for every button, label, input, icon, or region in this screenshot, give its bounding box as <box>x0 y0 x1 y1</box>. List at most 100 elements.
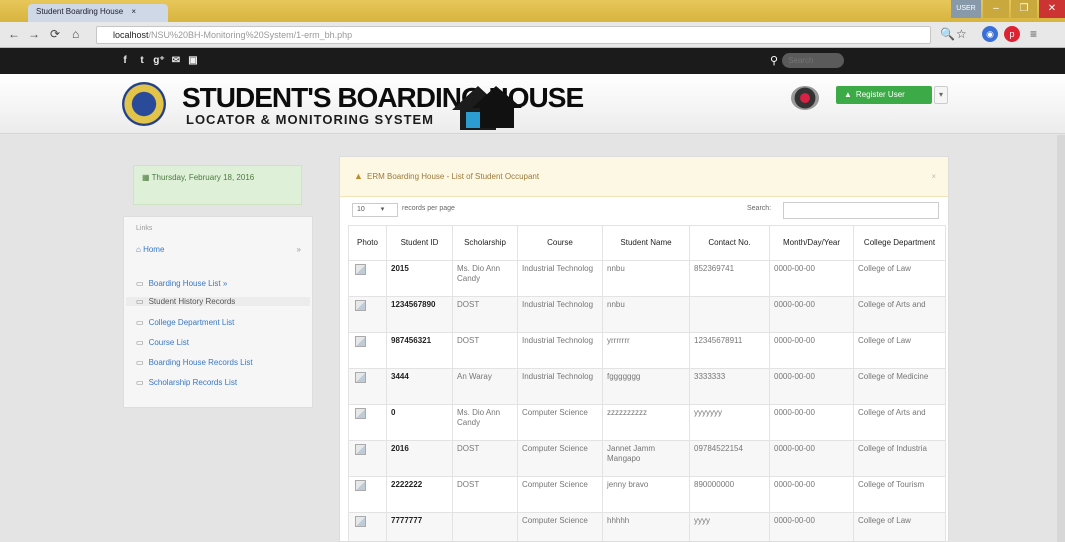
register-user-label: Register User <box>855 90 905 99</box>
scholarship: An Waray <box>452 368 518 405</box>
folder-icon: ▭ <box>136 358 144 367</box>
sidebar-item-label: College Department List <box>148 318 235 327</box>
image-placeholder-icon <box>355 444 366 455</box>
bookmark-star-icon[interactable]: ☆ <box>956 27 967 41</box>
minimize-button[interactable]: – <box>983 0 1009 18</box>
photo-cell <box>348 440 387 477</box>
sidebar-item-course-list[interactable]: ▭ Course List <box>136 338 189 347</box>
image-placeholder-icon <box>355 408 366 419</box>
browser-toolbar: ← → ⟳ ⌂ localhost/NSU%20BH-Monitoring%20… <box>0 22 1065 48</box>
sidebar-menu: Links ⌂ Home » ▭ Boarding House List » ▭ S… <box>123 216 313 408</box>
pinterest-icon[interactable]: p <box>1004 26 1020 42</box>
sidebar-item-boarding-house-list[interactable]: ▭ Boarding House List » <box>136 279 227 288</box>
sidebar-item-college-department[interactable]: ▭ College Department List <box>136 318 234 327</box>
sidebar-item-student-history[interactable]: ▭ Student History Records <box>126 297 310 306</box>
maximize-button[interactable]: ❐ <box>1011 0 1037 18</box>
photo-cell <box>348 512 387 541</box>
date: 0000-00-00 <box>769 368 854 405</box>
forward-icon[interactable]: → <box>28 27 40 41</box>
url-path: /NSU%20BH-Monitoring%20System/1-erm_bh.p… <box>148 30 353 40</box>
address-bar[interactable]: localhost/NSU%20BH-Monitoring%20System/1… <box>96 26 931 44</box>
sidebar-item-home[interactable]: ⌂ Home » <box>136 245 301 254</box>
column-header[interactable]: Course <box>517 225 603 261</box>
table-row[interactable]: 2222222 DOST Computer Science jenny brav… <box>348 476 946 513</box>
student-name: hhhhh <box>602 512 690 541</box>
course: Computer Science <box>517 476 603 513</box>
column-header[interactable]: Student Name <box>602 225 690 261</box>
scholarship: DOST <box>452 440 518 477</box>
page-length-value: 10 <box>357 206 365 213</box>
column-header[interactable]: Scholarship <box>452 225 518 261</box>
register-user-button[interactable]: ▲ Register User <box>836 86 932 104</box>
date: 0000-00-00 <box>769 440 854 477</box>
table-row[interactable]: 987456321 DOST Industrial Technolog yrrr… <box>348 332 946 369</box>
table-search-input[interactable] <box>783 202 939 219</box>
contact-no: 890000000 <box>689 476 770 513</box>
page-scrollbar[interactable] <box>1057 135 1065 542</box>
folder-icon: ▭ <box>136 297 144 306</box>
date: 0000-00-00 <box>769 332 854 369</box>
photo-cell <box>348 368 387 405</box>
url-host: localhost <box>113 30 149 40</box>
sidebar-item-label: Student History Records <box>148 297 236 306</box>
account-button[interactable]: USER <box>951 0 981 18</box>
extension-icon[interactable]: ◉ <box>982 26 998 42</box>
student-name: Jannet Jamm Mangapo <box>602 440 690 477</box>
table-row[interactable]: 1234567890 DOST Industrial Technolog nnb… <box>348 296 946 333</box>
media-icon[interactable]: ▣ <box>186 54 200 67</box>
table-header-row: Photo Student ID Scholarship Course Stud… <box>348 225 946 261</box>
sidebar-item-scholarship-records[interactable]: ▭ Scholarship Records List <box>136 378 237 387</box>
window-controls: USER – ❐ ✕ <box>951 0 1065 20</box>
column-header[interactable]: College Department <box>853 225 946 261</box>
course: Industrial Technolog <box>517 296 603 333</box>
column-header[interactable]: Student ID <box>386 225 453 261</box>
contact-no <box>689 296 770 333</box>
page-length-select[interactable]: 10 ▾ <box>352 203 398 217</box>
column-header[interactable]: Photo <box>348 225 387 261</box>
facebook-icon[interactable]: f <box>118 54 132 67</box>
student-name: jenny bravo <box>602 476 690 513</box>
google-plus-icon[interactable]: g⁺ <box>152 54 166 67</box>
user-icon: ▲ <box>844 90 852 99</box>
college-department: College of Law <box>853 332 946 369</box>
photo-cell <box>348 332 387 369</box>
image-placeholder-icon <box>355 300 366 311</box>
table-row[interactable]: 2015 Ms. Dio Ann Candy Industrial Techno… <box>348 260 946 297</box>
panel-close-icon[interactable]: × <box>931 172 936 181</box>
college-department: College of Industria <box>853 440 946 477</box>
scholarship <box>452 512 518 541</box>
table-row[interactable]: 0 Ms. Dio Ann Candy Computer Science zzz… <box>348 404 946 441</box>
tab-close-icon[interactable]: × <box>131 7 136 16</box>
course: Computer Science <box>517 404 603 441</box>
sidebar-item-label: Boarding House Records List <box>148 358 253 367</box>
scholarship: DOST <box>452 476 518 513</box>
home-icon[interactable]: ⌂ <box>72 27 79 41</box>
reload-icon[interactable]: ⟳ <box>50 27 60 41</box>
student-id: 1234567890 <box>386 296 453 333</box>
image-placeholder-icon <box>355 336 366 347</box>
mail-icon[interactable]: ✉ <box>169 54 183 67</box>
photo-cell <box>348 296 387 333</box>
table-row[interactable]: 7777777 Computer Science hhhhh yyyy 0000… <box>348 512 946 541</box>
close-window-button[interactable]: ✕ <box>1039 0 1065 18</box>
student-id: 2016 <box>386 440 453 477</box>
college-department: College of Arts and <box>853 296 946 333</box>
table-row[interactable]: 2016 DOST Computer Science Jannet Jamm M… <box>348 440 946 477</box>
sidebar-item-boarding-records[interactable]: ▭ Boarding House Records List <box>136 358 253 367</box>
menu-icon[interactable]: ≡ <box>1030 27 1037 41</box>
sidebar-item-label: Scholarship Records List <box>148 378 238 387</box>
tab-title: Student Boarding House <box>36 7 124 16</box>
column-header[interactable]: Month/Day/Year <box>769 225 854 261</box>
site-header: STUDENT'S BOARDING HOUSE LOCATOR & MONIT… <box>0 74 1065 134</box>
zoom-icon[interactable]: 🔍 <box>940 27 955 41</box>
site-search-input[interactable] <box>782 53 845 68</box>
university-seal-logo <box>122 82 166 126</box>
table-row[interactable]: 3444 An Waray Industrial Technolog fgggg… <box>348 368 946 405</box>
user-avatar[interactable] <box>791 86 819 110</box>
browser-tab[interactable]: Student Boarding House × <box>28 4 168 22</box>
twitter-icon[interactable]: t <box>135 54 149 67</box>
links-title: Links <box>136 225 153 232</box>
column-header[interactable]: Contact No. <box>689 225 770 261</box>
back-icon[interactable]: ← <box>8 27 20 41</box>
register-dropdown-toggle[interactable]: ▾ <box>934 86 948 104</box>
